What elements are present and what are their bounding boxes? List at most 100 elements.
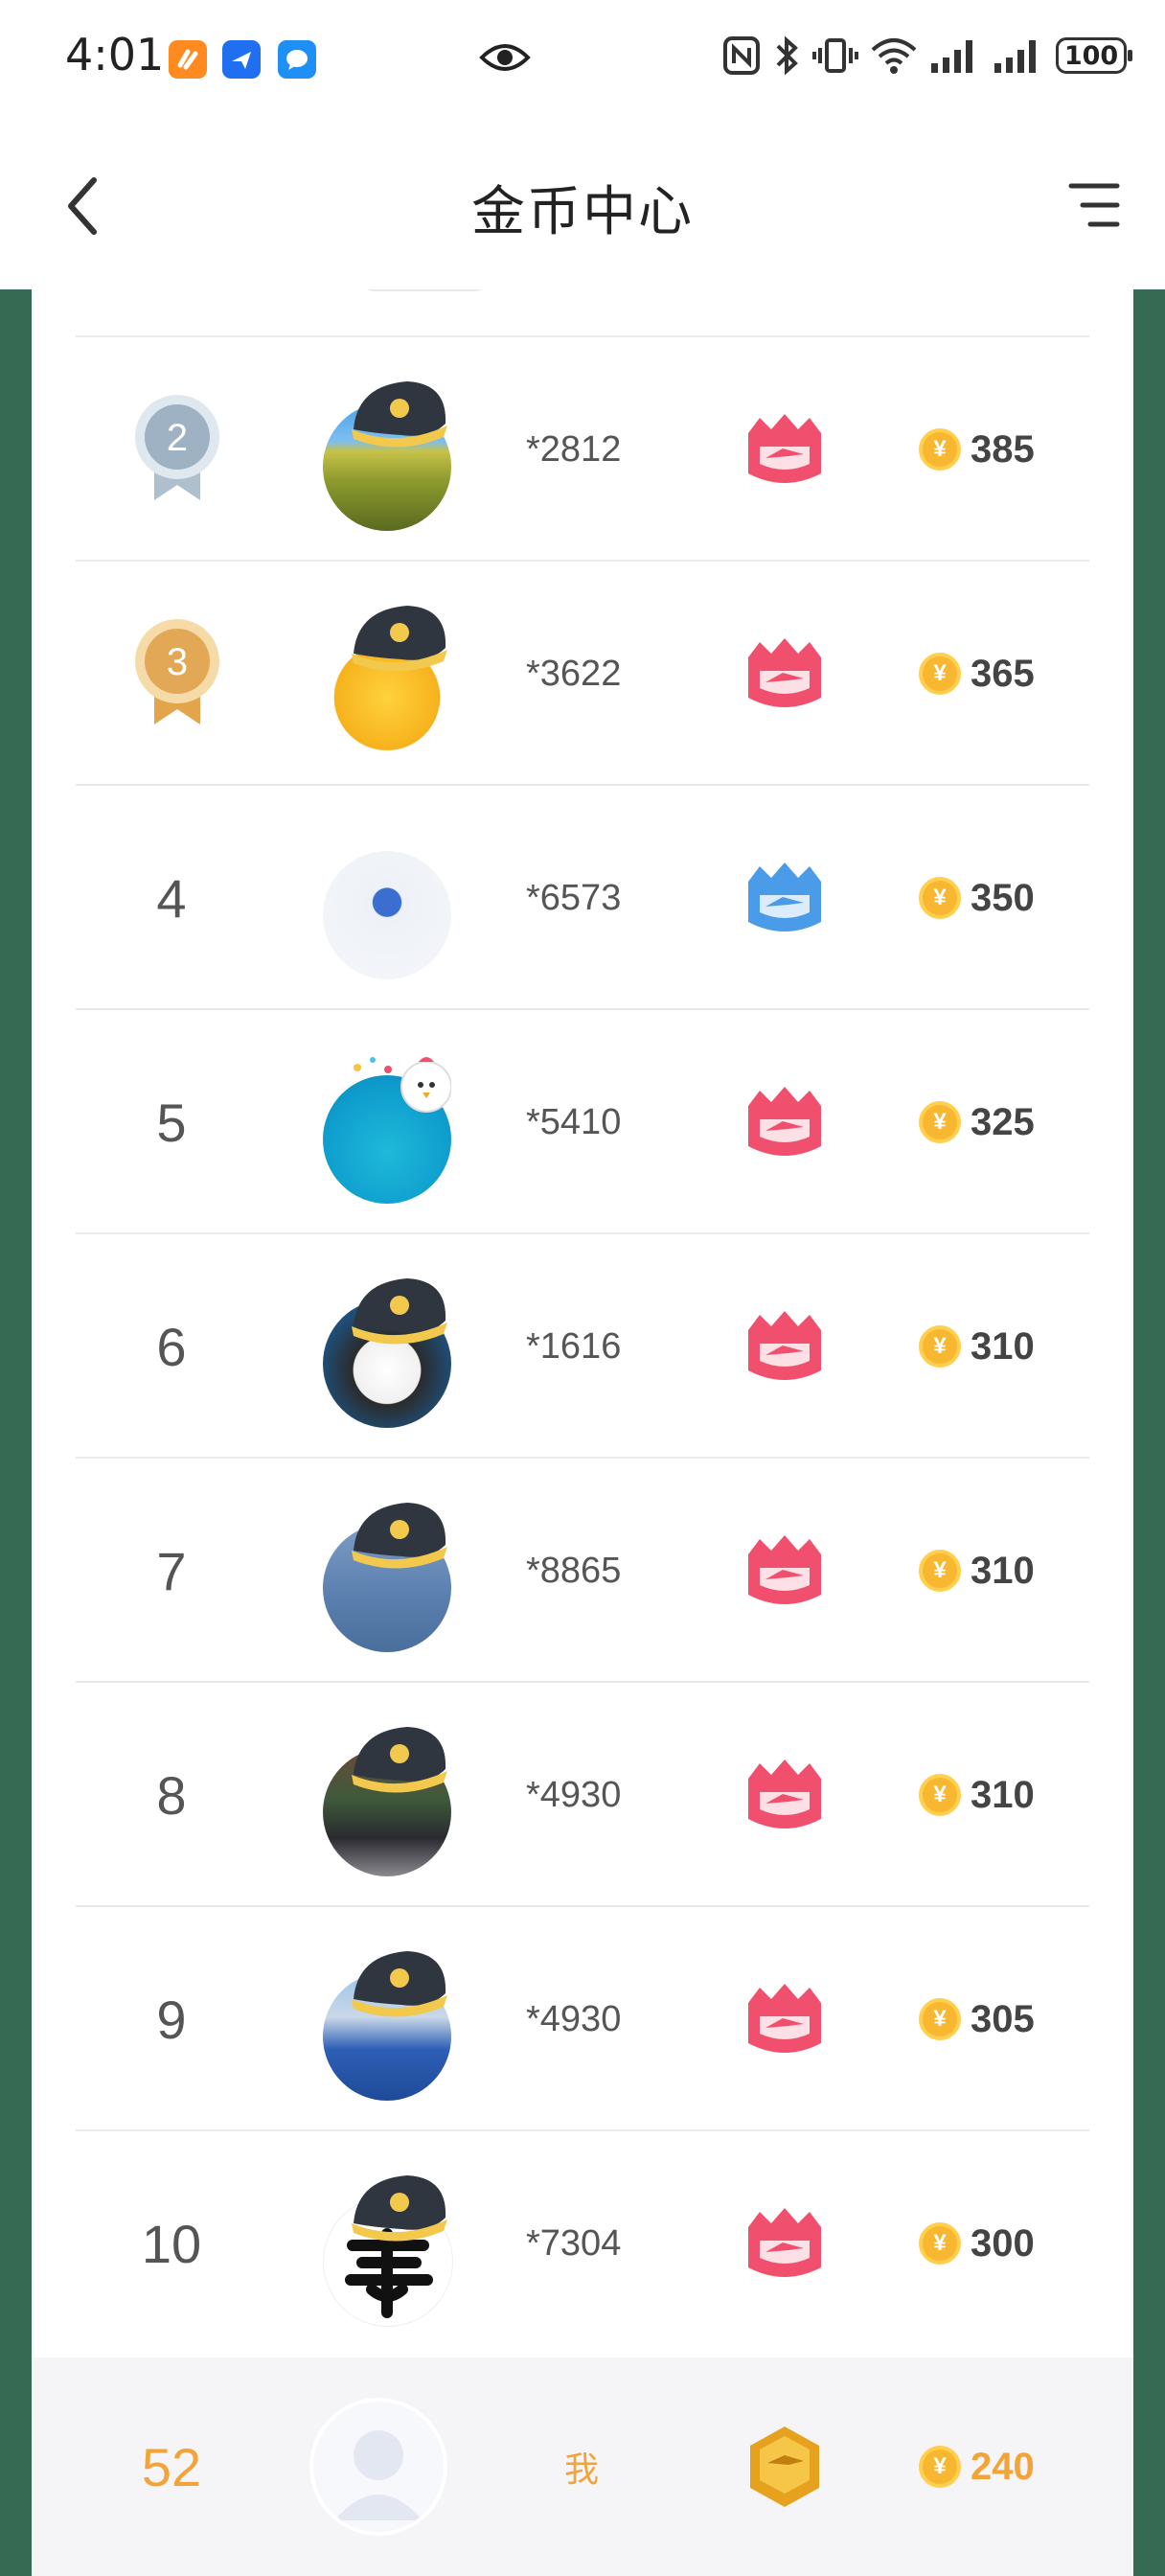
red-level-badge-icon — [748, 2208, 821, 2277]
coin-icon: ¥ — [919, 428, 961, 471]
avatar[interactable] — [315, 1945, 459, 2101]
coin-count: 310 — [971, 1549, 1035, 1592]
coin-count: 300 — [971, 2221, 1035, 2265]
my-rank-number: 52 — [141, 2436, 202, 2497]
captain-hat-icon — [352, 381, 447, 448]
leaderboard-row[interactable]: 7 *8865 ¥ 310 — [76, 1457, 1089, 1683]
red-level-badge-icon — [748, 1087, 821, 1156]
status-bar: 4:01 100 — [0, 0, 1165, 115]
battery-icon: 100 — [1056, 37, 1132, 74]
my-coin-count: 240 — [971, 2445, 1035, 2488]
avatar[interactable] — [315, 824, 459, 979]
coin-icon: ¥ — [919, 653, 961, 695]
avatar[interactable] — [315, 376, 459, 531]
chick-icon — [354, 1057, 451, 1113]
avatar[interactable] — [315, 2170, 459, 2327]
leaderboard-row[interactable]: 3 *3622 ¥ 365 — [76, 560, 1089, 786]
user-id: *3622 — [526, 653, 622, 694]
my-avatar[interactable] — [309, 2398, 447, 2536]
leaderboard-row[interactable]: 4 *6573 ¥ 350 — [76, 784, 1089, 1010]
leaderboard-card[interactable]: 2 *2812 ¥ 385 3 *3622 ¥ 365 4 *6573 ¥ 35… — [32, 289, 1133, 2576]
avatar[interactable] — [315, 1497, 459, 1652]
user-id: *5410 — [526, 1101, 622, 1142]
avatar[interactable] — [315, 1721, 459, 1876]
avatar-partial — [360, 289, 489, 291]
coin-count: 305 — [971, 1997, 1035, 2040]
coin-balance: ¥ 310 — [919, 1234, 1035, 1459]
my-rank-row[interactable]: 52 我 ¥ 240 — [32, 2358, 1133, 2576]
red-level-badge-icon — [748, 414, 821, 483]
user-id: *1616 — [526, 1325, 622, 1367]
captain-hat-icon — [352, 1727, 447, 1793]
leaderboard-row[interactable]: 8 *4930 ¥ 310 — [76, 1681, 1089, 1907]
coin-balance: ¥ 325 — [919, 1010, 1035, 1234]
bronze-medal-icon: 3 — [135, 619, 219, 724]
silver-medal-icon: 2 — [135, 395, 219, 500]
leaderboard-row[interactable]: 6 *1616 ¥ 310 — [76, 1232, 1089, 1459]
red-level-badge-icon — [748, 1760, 821, 1828]
rank-number: 8 — [156, 1764, 187, 1826]
coin-balance: ¥ 300 — [919, 2131, 1035, 2356]
coin-icon: ¥ — [919, 2222, 961, 2265]
frame-left — [0, 289, 32, 2576]
default-avatar-icon — [334, 2430, 423, 2520]
vibrate-icon — [812, 38, 858, 73]
user-id: *4930 — [526, 1998, 622, 2039]
coin-count: 365 — [971, 652, 1035, 695]
frame-right — [1133, 289, 1165, 2576]
app-orange-icon — [169, 40, 207, 79]
leaderboard-row[interactable]: 9 *4930 ¥ 305 — [76, 1905, 1089, 2131]
coin-icon: ¥ — [919, 2446, 961, 2488]
app-message-icon — [278, 40, 316, 79]
red-level-badge-icon — [748, 638, 821, 707]
rank-number: 9 — [156, 1989, 187, 2050]
blue-level-badge-icon — [748, 862, 821, 932]
captain-hat-icon — [352, 606, 447, 672]
red-level-badge-icon — [748, 1311, 821, 1380]
coin-balance: ¥ 365 — [919, 562, 1035, 786]
avatar[interactable] — [315, 1048, 459, 1204]
user-id: *8865 — [526, 1550, 622, 1591]
leaderboard-row[interactable]: 5 *5410 ¥ 325 — [76, 1008, 1089, 1234]
coin-balance: ¥ 310 — [919, 1459, 1035, 1683]
coin-count: 325 — [971, 1100, 1035, 1143]
nfc-icon — [723, 36, 760, 75]
rank-number: 10 — [141, 2213, 202, 2274]
bluetooth-icon — [776, 35, 798, 76]
status-time: 4:01 — [65, 29, 165, 80]
wifi-icon — [871, 38, 917, 74]
coin-count: 385 — [971, 427, 1035, 471]
coin-icon: ¥ — [919, 1998, 961, 2040]
signal-icon — [931, 40, 972, 73]
my-coin-balance: ¥ 240 — [919, 2358, 1035, 2576]
captain-hat-icon — [352, 1951, 447, 2017]
coin-balance: ¥ 310 — [919, 1683, 1035, 1907]
menu-button[interactable] — [1065, 178, 1123, 232]
coin-icon: ¥ — [919, 1550, 961, 1592]
user-id: *6573 — [526, 877, 622, 918]
rank-number: 5 — [156, 1092, 187, 1153]
rank-number: 7 — [156, 1540, 187, 1601]
user-id: *2812 — [526, 428, 622, 470]
coin-count: 310 — [971, 1773, 1035, 1816]
user-id: *4930 — [526, 1774, 622, 1815]
coin-icon: ¥ — [919, 1774, 961, 1816]
my-label: 我 — [564, 2450, 600, 2489]
avatar[interactable] — [315, 600, 459, 755]
coin-icon: ¥ — [919, 1325, 961, 1368]
coin-balance: ¥ 350 — [919, 786, 1035, 1010]
menu-icon — [1068, 183, 1120, 227]
leaderboard-row[interactable]: 10 *7304 ¥ 300 — [76, 2129, 1089, 2356]
header-bar: 金币中心 — [0, 115, 1165, 289]
captain-hat-icon — [352, 1503, 447, 1569]
leaderboard-row[interactable]: 2 *2812 ¥ 385 — [76, 335, 1089, 562]
red-level-badge-icon — [748, 1984, 821, 2053]
person-avatar — [323, 851, 451, 979]
eye-icon — [479, 36, 531, 83]
signal-icon — [994, 40, 1036, 73]
avatar[interactable] — [315, 1273, 459, 1428]
coin-count: 350 — [971, 876, 1035, 919]
coin-icon: ¥ — [919, 1101, 961, 1143]
rank-number: 6 — [156, 1316, 187, 1377]
coin-count: 310 — [971, 1324, 1035, 1368]
